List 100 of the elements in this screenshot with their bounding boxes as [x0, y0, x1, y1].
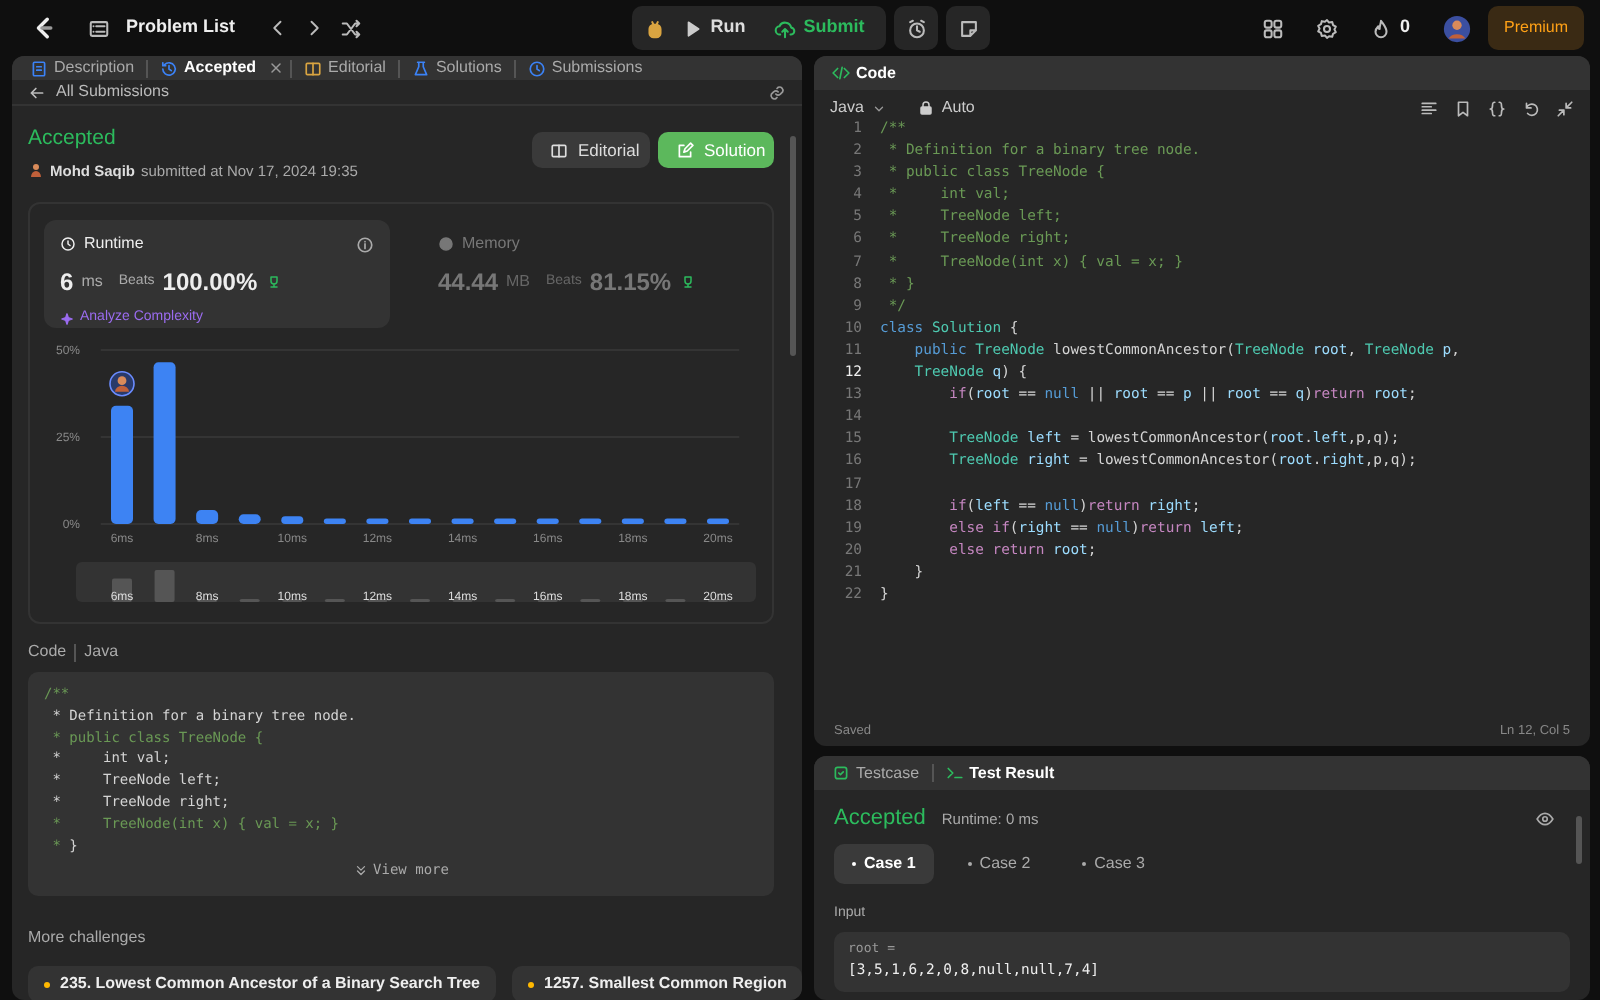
braces-button[interactable] [1488, 99, 1506, 117]
link-icon [768, 83, 786, 101]
book-icon [304, 59, 323, 77]
chevron-down-icon [871, 101, 886, 115]
chart-bar [536, 518, 559, 524]
trophy-icon [679, 274, 696, 290]
format-icon [1420, 99, 1438, 117]
case-tab[interactable]: Case 2 [949, 843, 1049, 883]
note-button[interactable] [946, 6, 991, 50]
beats-percent: 100.00% [162, 266, 258, 300]
panel-tab[interactable]: Description [24, 56, 141, 80]
problem-list-button[interactable]: Problem List [88, 14, 236, 42]
chart-bar [707, 518, 729, 524]
timer-button[interactable] [894, 6, 939, 50]
panel-tab[interactable]: Test Result [939, 761, 1061, 785]
editorial-button[interactable]: Editorial [532, 132, 650, 168]
avatar-icon [1442, 13, 1472, 43]
submission-status: Accepted [28, 124, 118, 154]
chart-bar [366, 518, 389, 524]
section-title: Code [28, 640, 67, 664]
chart-bar [664, 518, 687, 524]
chip-icon [437, 236, 454, 252]
debug-button[interactable] [644, 17, 667, 39]
shuffle-button[interactable] [339, 17, 362, 39]
checkbox-icon [832, 764, 850, 782]
mode-label: Auto [941, 96, 975, 120]
panel-tab[interactable]: Editorial [298, 56, 392, 80]
play-icon [684, 19, 703, 37]
run-button[interactable]: Run [674, 14, 756, 42]
chart-bar [196, 510, 219, 524]
note-icon [957, 17, 980, 39]
bug-icon [644, 17, 667, 39]
sparkle-icon [60, 311, 74, 326]
history-icon [160, 59, 179, 77]
settings-button[interactable] [1315, 17, 1338, 39]
scrollbar-thumb[interactable] [790, 136, 796, 356]
link-button[interactable] [768, 83, 786, 101]
double-chevron-down-icon [353, 864, 368, 879]
case-tab[interactable]: Case 1 [834, 843, 934, 883]
list-icon [88, 17, 110, 39]
chart-bar [409, 518, 431, 524]
chart-bar [281, 516, 304, 524]
close-button[interactable] [268, 60, 285, 76]
stat-unit: ms [81, 270, 103, 294]
undo-button[interactable] [1522, 99, 1540, 117]
grid-button[interactable] [1261, 17, 1284, 39]
panel-tab[interactable]: Solutions [405, 56, 508, 80]
eye-icon [1536, 809, 1554, 828]
undo-icon [1522, 99, 1540, 117]
terminal-icon [945, 764, 964, 782]
chart-bar [111, 405, 133, 524]
arrow-left-icon [28, 83, 46, 101]
braces-icon [1488, 99, 1506, 117]
grid-icon [1261, 17, 1284, 39]
bookmark-icon [1454, 99, 1472, 117]
cloud-upload-icon [773, 17, 796, 39]
edit-icon [676, 141, 694, 159]
challenge-link[interactable]: 1257. Smallest Common Region [512, 966, 802, 1000]
info-icon [355, 235, 374, 253]
case-tab[interactable]: Case 3 [1064, 843, 1164, 883]
visibility-button[interactable] [1536, 809, 1554, 828]
chart-bar [494, 518, 517, 524]
alarm-clock-icon [905, 17, 928, 39]
chart-bar [238, 514, 261, 524]
streak-button[interactable]: 0 [1369, 14, 1410, 42]
premium-button[interactable]: Premium [1488, 6, 1585, 50]
close-icon [268, 60, 285, 76]
stat-unit: MB [506, 270, 530, 294]
flame-icon [1369, 17, 1392, 39]
book-icon [550, 141, 568, 159]
code-icon [832, 64, 850, 82]
panel-tab[interactable]: Testcase [826, 761, 926, 785]
shuffle-icon [339, 17, 362, 39]
stat-value: 6 [60, 266, 74, 300]
format-button[interactable] [1420, 99, 1438, 117]
chart-bar [579, 518, 602, 524]
bookmark-button[interactable] [1454, 99, 1472, 117]
settings-icon [1315, 17, 1338, 39]
beats-percent: 81.15% [589, 266, 672, 300]
lock-icon [917, 100, 934, 116]
language-label: Java [84, 640, 119, 664]
chart-bar [323, 518, 346, 524]
panel-tab[interactable]: Submissions [521, 56, 649, 80]
chart-bar [451, 518, 474, 524]
result-status: Accepted [834, 804, 926, 834]
trophy-icon [265, 274, 282, 290]
language-dropdown[interactable]: Java [830, 96, 886, 120]
challenge-link[interactable]: 235. Lowest Common Ancestor of a Binary Search Tree [28, 966, 496, 1000]
clock-icon [527, 59, 546, 77]
clock-icon [60, 236, 76, 252]
flask-icon [411, 59, 430, 77]
document-icon [30, 59, 48, 77]
panel-tab[interactable]: Accepted [154, 56, 263, 80]
section-title: More challenges [28, 926, 148, 950]
submit-button[interactable]: Submit [763, 14, 875, 42]
user-avatar-icon [109, 370, 135, 397]
back-link[interactable]: All Submissions [28, 80, 169, 104]
scrollbar-thumb[interactable] [1576, 816, 1582, 864]
avatar-button[interactable] [1442, 13, 1472, 43]
collapse-button[interactable] [1556, 99, 1574, 117]
